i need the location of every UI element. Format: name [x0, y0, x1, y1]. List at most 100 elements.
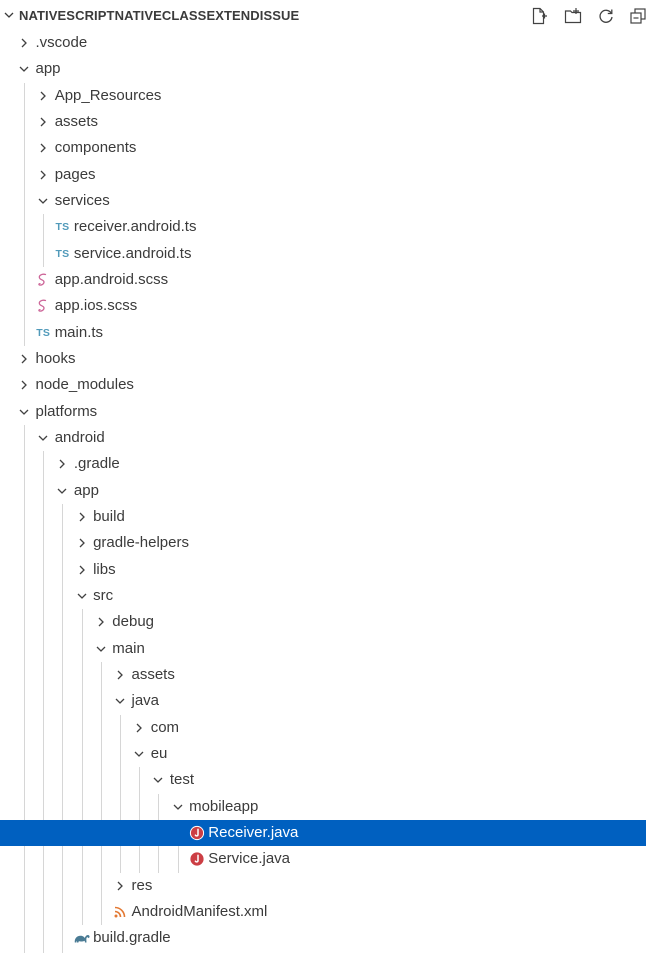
tree-item-label: debug — [112, 613, 155, 631]
typescript-file-icon: TS — [55, 247, 70, 260]
chevron-right-icon[interactable] — [75, 536, 89, 550]
chevron-down-icon[interactable] — [113, 694, 127, 708]
tree-item-label: services — [54, 191, 110, 209]
tree-item-label: .vscode — [35, 34, 88, 51]
tree-item-label: node_modules — [35, 376, 134, 394]
tree-item-label: platforms — [35, 402, 98, 420]
new-file-icon — [532, 7, 547, 25]
tree-item-label: components — [54, 139, 137, 157]
folder-row-app[interactable]: app — [0, 56, 646, 82]
java-file-icon — [188, 824, 206, 842]
tree-item-label: Service.java — [208, 850, 290, 868]
collapse-all-icon — [630, 8, 646, 24]
tree-item-label: mobileapp — [189, 797, 259, 815]
chevron-down-icon[interactable] — [17, 405, 31, 419]
folder-row-vscode[interactable]: .vscode — [0, 30, 646, 56]
chevron-right-icon[interactable] — [17, 378, 31, 392]
file-row-main-ts[interactable]: TS main.ts — [0, 320, 646, 346]
rss-xml-file-icon — [111, 903, 129, 921]
folder-row-src[interactable]: src — [0, 583, 646, 609]
folder-row-services[interactable]: services — [0, 188, 646, 214]
file-row-app-ios-scss[interactable]: app.ios.scss — [0, 293, 646, 319]
chevron-right-icon[interactable] — [17, 36, 31, 50]
chevron-down-icon[interactable] — [171, 800, 185, 814]
file-row-receiver-android-ts[interactable]: TS receiver.android.ts — [0, 214, 646, 240]
explorer-section-header[interactable]: NATIVESCRIPTNATIVECLASSEXTENDISSUE — [0, 0, 646, 30]
tree-item-label: AndroidManifest.xml — [131, 902, 268, 920]
refresh-icon — [599, 9, 613, 23]
folder-row-java[interactable]: java — [0, 688, 646, 714]
chevron-right-icon[interactable] — [36, 141, 50, 155]
file-row-app-android-scss[interactable]: app.android.scss — [0, 267, 646, 293]
tree-item-label: main.ts — [54, 323, 104, 341]
chevron-down-icon[interactable] — [94, 642, 108, 656]
chevron-down-icon[interactable] — [36, 194, 50, 208]
folder-row-assets[interactable]: assets — [0, 109, 646, 135]
tree-item-label: libs — [93, 560, 116, 578]
folder-row-gradle-helpers[interactable]: gradle-helpers — [0, 530, 646, 556]
folder-row-debug[interactable]: debug — [0, 609, 646, 635]
folder-row-res[interactable]: res — [0, 873, 646, 899]
folder-row-com[interactable]: com — [0, 715, 646, 741]
chevron-right-icon[interactable] — [113, 668, 127, 682]
tree-item-label: src — [93, 586, 114, 604]
folder-row-build[interactable]: build — [0, 504, 646, 530]
folder-row-hooks[interactable]: hooks — [0, 346, 646, 372]
tree-item-label: app — [73, 481, 99, 499]
chevron-right-icon[interactable] — [94, 615, 108, 629]
tree-item-label: service.android.ts — [73, 244, 192, 262]
folder-row-eu[interactable]: eu — [0, 741, 646, 767]
tree-item-label: App_Resources — [54, 86, 162, 104]
folder-row-assets[interactable]: assets — [0, 662, 646, 688]
new-file-button[interactable] — [529, 6, 549, 26]
folder-row-app-resources[interactable]: App_Resources — [0, 83, 646, 109]
folder-row-gradle[interactable]: .gradle — [0, 451, 646, 477]
chevron-right-icon[interactable] — [36, 168, 50, 182]
folder-row-node-modules[interactable]: node_modules — [0, 372, 646, 398]
new-folder-button[interactable] — [563, 6, 583, 26]
tree-item-label: android — [54, 428, 105, 446]
refresh-button[interactable] — [596, 6, 616, 26]
file-row-service-java[interactable]: Service.java — [0, 846, 646, 872]
chevron-down-icon — [4, 12, 14, 18]
chevron-right-icon[interactable] — [113, 879, 127, 893]
chevron-down-icon[interactable] — [55, 484, 69, 498]
file-row-build-gradle[interactable]: build.gradle — [0, 925, 646, 951]
chevron-right-icon[interactable] — [75, 563, 89, 577]
tree-item-label: assets — [131, 665, 175, 683]
chevron-down-icon[interactable] — [36, 431, 50, 445]
folder-row-main[interactable]: main — [0, 636, 646, 662]
chevron-right-icon[interactable] — [17, 352, 31, 366]
folder-row-platforms[interactable]: platforms — [0, 399, 646, 425]
tree-item-label: test — [169, 771, 195, 789]
sass-file-icon — [34, 271, 52, 289]
chevron-right-icon[interactable] — [55, 457, 69, 471]
tree-item-label: build — [93, 507, 125, 525]
chevron-down-icon[interactable] — [17, 62, 31, 76]
collapse-all-button[interactable] — [628, 6, 646, 26]
workspace-title: NATIVESCRIPTNATIVECLASSEXTENDISSUE — [19, 8, 300, 23]
chevron-down-icon[interactable] — [132, 747, 146, 761]
chevron-right-icon[interactable] — [132, 721, 146, 735]
folder-row-components[interactable]: components — [0, 135, 646, 161]
folder-row-test[interactable]: test — [0, 767, 646, 793]
tree-item-label: pages — [54, 165, 96, 183]
folder-row-libs[interactable]: libs — [0, 557, 646, 583]
folder-row-app[interactable]: app — [0, 478, 646, 504]
tree-item-label: app.android.scss — [54, 270, 169, 288]
tree-item-label: main — [112, 639, 145, 657]
chevron-down-icon[interactable] — [151, 773, 165, 787]
tree-item-label: .gradle — [73, 455, 120, 473]
chevron-down-icon[interactable] — [75, 589, 89, 603]
file-row-androidmanifest-xml[interactable]: AndroidManifest.xml — [0, 899, 646, 925]
tree-item-label: Receiver.java — [208, 823, 299, 841]
chevron-right-icon[interactable] — [75, 510, 89, 524]
chevron-right-icon[interactable] — [36, 115, 50, 129]
folder-row-pages[interactable]: pages — [0, 162, 646, 188]
file-row-receiver-java[interactable]: Receiver.java — [0, 819, 646, 846]
folder-row-android[interactable]: android — [0, 425, 646, 451]
chevron-right-icon[interactable] — [36, 89, 50, 103]
file-row-service-android-ts[interactable]: TS service.android.ts — [0, 241, 646, 267]
typescript-file-icon: TS — [36, 326, 51, 339]
folder-row-mobileapp[interactable]: mobileapp — [0, 794, 646, 820]
